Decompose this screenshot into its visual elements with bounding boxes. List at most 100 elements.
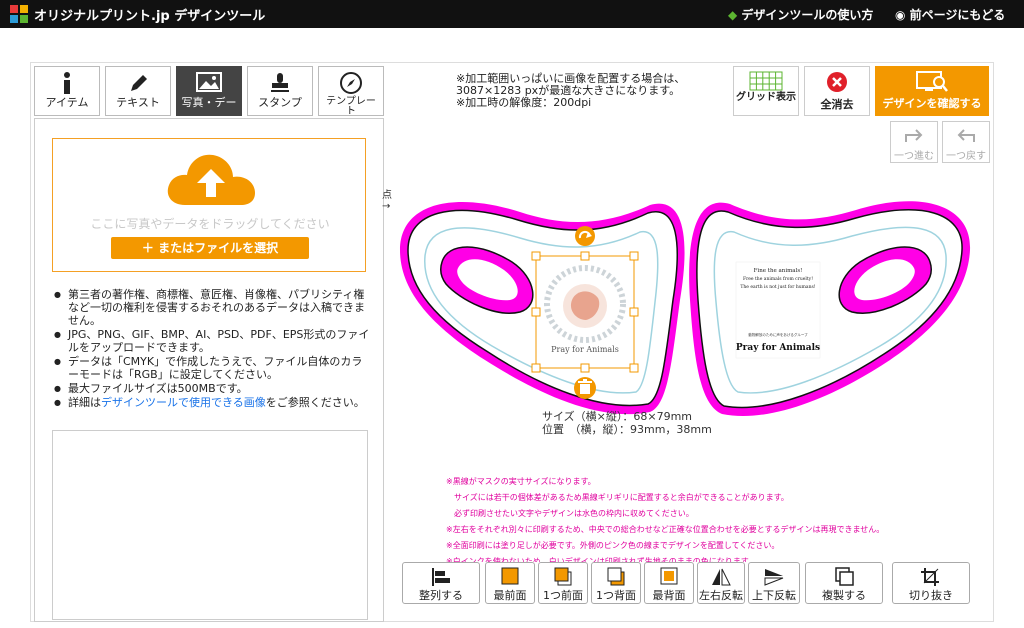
grid-button[interactable]: グリッド表示	[733, 66, 799, 116]
undo-label: 一つ戻す	[946, 151, 986, 162]
position-readout: 位置 （横，縦）：93mm，38mm	[542, 423, 712, 436]
warning-item: ※黒線がマスクの実寸サイズになります。	[446, 477, 596, 486]
warning-item: ※全面印刷には塗り足しが必要です。外側のピンク色の線までデザインを配置してくださ…	[446, 541, 780, 550]
warning-item: 必ず印刷させたい文字やデザインは水色の枠内に収めてください。	[446, 509, 694, 518]
print-warnings: ※黒線がマスクの実寸サイズになります。 サイズには若干の個体差があるため黒線ギリ…	[446, 474, 986, 562]
mask-canvas[interactable]: Fine the animals! Free the animals from …	[395, 190, 985, 440]
flip-horizontal-button[interactable]: 左右反転	[697, 562, 745, 604]
align-label: 整列する	[419, 589, 463, 602]
tab-item[interactable]: アイテム	[34, 66, 100, 116]
grid-icon	[749, 71, 783, 91]
right-design-text-2: Free the animals from cruelty!	[743, 276, 813, 282]
send-backward-label: 1つ背面	[596, 589, 636, 602]
align-button[interactable]: 整列する	[402, 562, 480, 604]
back-most-icon	[660, 567, 678, 585]
undo-button[interactable]: 一つ戻す	[942, 121, 990, 163]
back-link-label: 前ページにもどる	[909, 8, 1006, 22]
info-icon	[64, 72, 70, 94]
compass-icon	[340, 72, 362, 94]
flip-horizontal-label: 左右反転	[699, 589, 743, 602]
undo-icon	[957, 129, 975, 142]
redo-label: 一つ進む	[894, 151, 934, 162]
size-position-readout: サイズ（横×縦）：68×79mm 位置 （横，縦）：93mm，38mm	[542, 410, 712, 436]
image-icon	[196, 72, 222, 92]
note-item: 第三者の著作権、商標権、意匠権、肖像権、パブリシティ権など一切の権利を侵害するお…	[52, 288, 370, 327]
right-design-text-3: The earth is not just for humans!	[740, 284, 815, 290]
info-line-3: ※加工時の解像度：200dpi	[456, 96, 592, 109]
cloud-upload-icon	[167, 154, 255, 205]
print-area-info: ※加工範囲いっぱいに画像を配置する場合は、 3087×1283 pxが最適な大き…	[456, 73, 686, 109]
crop-button[interactable]: 切り抜き	[892, 562, 970, 604]
flip-vertical-label: 上下反転	[752, 589, 796, 602]
upload-notes: 第三者の著作権、商標権、意匠権、肖像権、パブリシティ権など一切の権利を侵害するお…	[52, 288, 370, 410]
site-title[interactable]: オリジナルプリント.jp デザインツール	[34, 5, 265, 24]
left-design-brand: Pray for Animals	[551, 345, 619, 354]
warning-item: ※白インクを使わないため、白いデザインは印刷されず生地そのままの色になります。	[446, 557, 756, 562]
tab-photo-data-label: 写真・デー	[181, 96, 237, 109]
tab-photo-data[interactable]: 写真・デー	[176, 66, 242, 116]
right-design-text-4: 動物解放のために声をあげるグループ	[748, 332, 808, 337]
bring-to-front-label: 最前面	[493, 589, 527, 602]
note-item: データは「CMYK」で作成したうえで、ファイル自体のカラーモードは「RGB」に設…	[52, 355, 370, 381]
drop-instruction: ここに写真やデータをドラッグしてください	[90, 217, 330, 231]
duplicate-icon	[835, 567, 854, 586]
tab-text[interactable]: テキスト	[105, 66, 171, 116]
rotate-handle-icon[interactable]	[575, 226, 595, 246]
flip-vertical-button[interactable]: 上下反転	[748, 562, 800, 604]
usable-images-link[interactable]: デザインツールで使用できる画像	[101, 396, 266, 409]
backward-icon	[607, 567, 625, 586]
bring-forward-label: 1つ前面	[543, 589, 583, 602]
redo-button[interactable]: 一つ進む	[890, 121, 938, 163]
align-icon	[432, 568, 450, 586]
send-to-back-label: 最背面	[652, 589, 686, 602]
duplicate-button[interactable]: 複製する	[805, 562, 883, 604]
bring-to-front-button[interactable]: 最前面	[485, 562, 535, 604]
close-circle-icon	[827, 72, 847, 92]
note-item: JPG、PNG、GIF、BMP、AI、PSD、PDF、EPS形式のファイルをアッ…	[52, 328, 370, 354]
tab-template-label: テンプレー ト	[326, 96, 376, 117]
monitor-search-icon	[916, 71, 948, 92]
select-file-button[interactable]: ＋ またはファイルを選択	[111, 237, 309, 259]
confirm-design-button[interactable]: デザインを確認する	[875, 66, 989, 116]
back-circle-icon: ◉	[895, 8, 906, 22]
crop-icon	[921, 568, 939, 586]
flip-horizontal-icon	[712, 568, 731, 586]
clear-all-button[interactable]: 全消去	[804, 66, 870, 116]
bring-forward-button[interactable]: 1つ前面	[538, 562, 588, 604]
front-most-icon	[501, 567, 519, 585]
back-link[interactable]: ◉ 前ページにもどる	[895, 6, 1005, 23]
send-backward-button[interactable]: 1つ背面	[591, 562, 641, 604]
pen-icon	[131, 75, 147, 91]
stamp-icon	[271, 73, 289, 92]
beginner-mark-icon: ◆	[728, 8, 738, 22]
tab-item-label: アイテム	[45, 96, 89, 109]
help-link[interactable]: ◆ デザインツールの使い方	[728, 6, 873, 23]
right-design-image[interactable]: Fine the animals! Free the animals from …	[735, 261, 821, 359]
logo-icon	[10, 5, 28, 23]
delete-handle-icon[interactable]	[574, 377, 596, 399]
upload-preview-area	[52, 430, 368, 620]
clear-all-label: 全消去	[820, 98, 854, 111]
crop-label: 切り抜き	[909, 589, 953, 602]
flip-vertical-icon	[764, 569, 784, 586]
note-item: 最大ファイルサイズは500MBです。	[52, 382, 370, 395]
forward-icon	[554, 567, 572, 586]
selected-design-image[interactable]: Pray for Animals	[531, 251, 639, 373]
duplicate-label: 複製する	[822, 589, 866, 602]
send-to-back-button[interactable]: 最背面	[644, 562, 694, 604]
tab-template[interactable]: テンプレー ト	[318, 66, 384, 117]
warning-item: ※左右をそれぞれ別々に印刷するため、中央での総合わせなど正確な位置合わせを必要と…	[446, 525, 885, 534]
note-prefix: 詳細は	[68, 396, 101, 409]
right-design-brand: Pray for Animals	[736, 343, 820, 353]
grid-button-label: グリッド表示	[736, 92, 796, 103]
right-design-text-1: Fine the animals!	[754, 268, 803, 274]
tab-stamp[interactable]: スタンプ	[247, 66, 313, 116]
drop-zone[interactable]: ここに写真やデータをドラッグしてください ＋ またはファイルを選択	[52, 138, 366, 272]
warning-item: サイズには若干の個体差があるため黒線ギリギリに配置すると余白ができることがありま…	[446, 493, 789, 502]
size-readout: サイズ（横×縦）：68×79mm	[542, 410, 693, 423]
tab-text-label: テキスト	[116, 96, 160, 109]
tab-stamp-label: スタンプ	[258, 96, 302, 109]
top-bar: オリジナルプリント.jp デザインツール ◆ デザインツールの使い方 ◉ 前ペー…	[0, 0, 1024, 28]
note-item: 詳細はデザインツールで使用できる画像をご参照ください。	[52, 396, 370, 409]
help-link-label: デザインツールの使い方	[741, 8, 874, 22]
